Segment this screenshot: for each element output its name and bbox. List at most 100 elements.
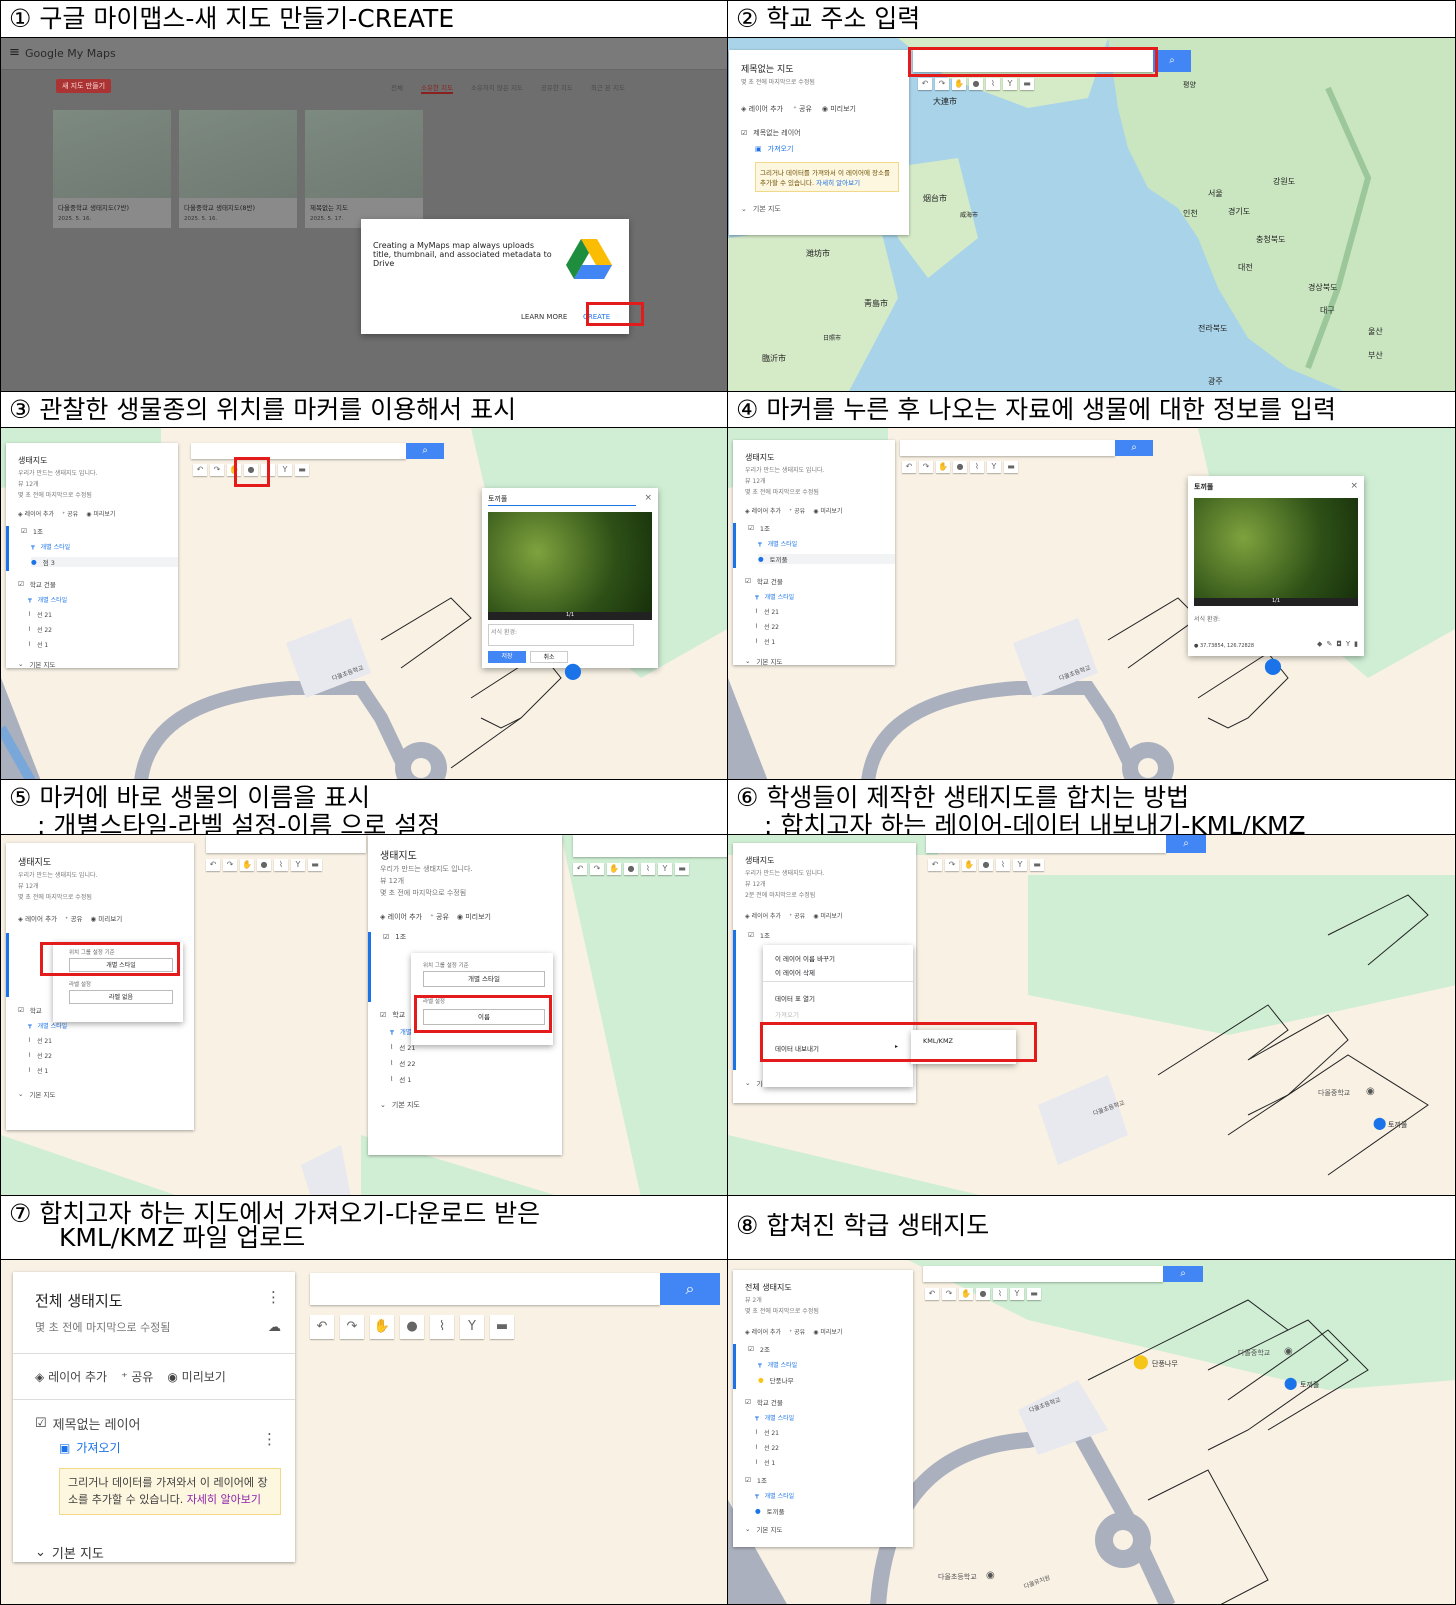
basemap-row[interactable]: ⌄기본 지도 xyxy=(35,1543,295,1562)
preview-button[interactable]: ◉ 미리보기 xyxy=(167,1368,225,1385)
search-input[interactable] xyxy=(206,835,366,853)
ruler-icon[interactable]: ▬ xyxy=(295,464,309,476)
style-link[interactable]: ┳개별 스타일 xyxy=(28,1021,194,1030)
save-button[interactable]: 저장 xyxy=(488,651,526,663)
map-card[interactable]: 다올중학교 생태지도(8반) 2025. 5. 16. xyxy=(179,110,297,228)
preview-button[interactable]: ◉ 미리보기 xyxy=(91,913,123,923)
marker-icon[interactable]: ● xyxy=(624,863,638,875)
search-button[interactable]: ⌕ xyxy=(406,443,444,459)
line-item[interactable]: ⌇ 선 1 xyxy=(390,1074,562,1084)
learn-more-link[interactable]: 자세히 알아보기 xyxy=(187,1493,261,1506)
ruler-icon[interactable]: ▬ xyxy=(1027,1288,1041,1300)
search-input[interactable] xyxy=(900,440,1115,456)
undo-icon[interactable]: ↶ xyxy=(928,859,942,871)
preview-button[interactable]: ◉ 미리보기 xyxy=(813,506,842,515)
add-layer-button[interactable]: ◈ 레이어 추가 xyxy=(745,1327,781,1336)
point-item[interactable]: ● 단풍나무 xyxy=(758,1375,913,1385)
hand-icon[interactable]: ✋ xyxy=(962,859,976,871)
directions-icon[interactable]: Y xyxy=(278,464,292,476)
point-item[interactable]: ● 점 3 xyxy=(31,557,178,567)
layer-row[interactable]: ☑ 1조 xyxy=(383,932,562,942)
map-title[interactable]: 생태지도 xyxy=(745,855,916,866)
map-title[interactable]: 생태지도 xyxy=(18,455,178,466)
hand-icon[interactable]: ✋ xyxy=(370,1315,394,1339)
layer-row[interactable]: ☑ 1조 xyxy=(745,1475,913,1485)
line-icon[interactable]: ⌇ xyxy=(996,859,1010,871)
tab-all[interactable]: 전체 xyxy=(391,82,403,94)
redo-icon[interactable]: ↷ xyxy=(935,78,949,90)
add-layer-button[interactable]: ◈ 레이어 추가 xyxy=(380,912,422,922)
tab-not-owned[interactable]: 소유하지 않은 지도 xyxy=(471,82,523,94)
style-link[interactable]: ┳개별 스타일 xyxy=(28,595,178,604)
hand-icon[interactable]: ✋ xyxy=(952,78,966,90)
cancel-button[interactable]: 취소 xyxy=(530,651,568,663)
basemap-row[interactable]: ⌄기본 지도 xyxy=(380,1100,562,1110)
delete-layer-item[interactable]: 이 레이어 삭제 xyxy=(775,967,815,977)
checkbox-icon[interactable]: ☑ xyxy=(380,1011,386,1019)
layer-row[interactable]: ☑ 1조 xyxy=(748,930,916,940)
place-marker-icon[interactable]: ⬤ xyxy=(564,663,582,679)
add-layer-button[interactable]: ◈ 레이어 추가 xyxy=(745,911,781,920)
group-by-select[interactable]: 개별 스타일 xyxy=(423,971,545,987)
line-item[interactable]: ⌇ 선 21 xyxy=(28,610,178,619)
layer-row[interactable]: ☑ 학교 건물 xyxy=(745,1397,913,1407)
learn-more-link[interactable]: 자세히 알아보기 xyxy=(816,179,860,187)
layer-row[interactable]: ☑ 1조 xyxy=(21,526,178,536)
style-link[interactable]: ┳개별 스타일 xyxy=(758,1360,913,1369)
search-button[interactable]: ⌕ xyxy=(1115,440,1153,456)
undo-icon[interactable]: ↶ xyxy=(918,78,932,90)
marker-icon[interactable]: ● xyxy=(400,1315,424,1339)
layer-row[interactable]: ☑ 학교 건물 xyxy=(745,576,895,586)
redo-icon[interactable]: ↷ xyxy=(945,859,959,871)
line-item[interactable]: ⌇ 선 22 xyxy=(28,1051,194,1060)
marker-icon[interactable]: ● xyxy=(257,859,271,871)
share-button[interactable]: ⁺ 공유 xyxy=(789,911,805,920)
redo-icon[interactable]: ↷ xyxy=(919,461,933,473)
line-item[interactable]: ⌇ 선 22 xyxy=(390,1058,562,1068)
line-icon[interactable]: ⌇ xyxy=(970,461,984,473)
hand-icon[interactable]: ✋ xyxy=(607,863,621,875)
rename-layer-item[interactable]: 이 레이어 이름 바꾸기 xyxy=(775,953,835,963)
directions-icon[interactable]: Y xyxy=(658,863,672,875)
map-title[interactable]: 생태지도 xyxy=(18,855,194,868)
line-item[interactable]: ⌇ 선 1 xyxy=(28,1066,194,1075)
preview-button[interactable]: ◉ 미리보기 xyxy=(813,911,842,920)
map-title[interactable]: 제목없는 지도 xyxy=(741,62,909,75)
line-item[interactable]: ⌇ 선 1 xyxy=(755,637,895,646)
layer-row[interactable]: ☑ 제목없는 레이어 xyxy=(741,128,909,138)
close-icon[interactable]: × xyxy=(1350,481,1358,491)
tab-shared[interactable]: 공유한 지도 xyxy=(541,82,573,94)
directions-icon[interactable]: Y xyxy=(460,1315,484,1339)
preview-button[interactable]: ◉ 미리보기 xyxy=(457,912,491,922)
line-item[interactable]: ⌇ 선 21 xyxy=(755,607,895,616)
map-title[interactable]: 전체 생태지도 xyxy=(35,1290,295,1311)
edit-icon[interactable]: ✎ xyxy=(1326,640,1332,648)
search-button[interactable]: ⌕ xyxy=(1153,50,1191,72)
import-item[interactable]: 가져오기 xyxy=(775,1009,799,1019)
redo-icon[interactable]: ↷ xyxy=(340,1315,364,1339)
add-layer-button[interactable]: ◈ 레이어 추가 xyxy=(745,506,781,515)
map-title[interactable]: 전체 생태지도 xyxy=(745,1282,913,1293)
checkbox-icon[interactable]: ☑ xyxy=(745,1476,751,1484)
directions-icon[interactable]: Y xyxy=(1013,859,1027,871)
camera-icon[interactable]: ◘ xyxy=(1336,640,1342,648)
search-input[interactable] xyxy=(926,835,1166,853)
open-data-table-item[interactable]: 데이터 표 열기 xyxy=(775,993,815,1003)
ruler-icon[interactable]: ▬ xyxy=(1030,859,1044,871)
style-link[interactable]: ┳개별 스타일 xyxy=(31,542,178,551)
hand-icon[interactable]: ✋ xyxy=(959,1288,973,1300)
checkbox-icon[interactable]: ☑ xyxy=(748,524,754,532)
checkbox-icon[interactable]: ☑ xyxy=(35,1416,47,1431)
redo-icon[interactable]: ↷ xyxy=(210,464,224,476)
style-link[interactable]: ┳개별 스타일 xyxy=(758,539,895,548)
close-icon[interactable]: × xyxy=(644,493,652,503)
basemap-row[interactable]: ⌄기본 지도 xyxy=(18,1089,194,1099)
preview-button[interactable]: ◉ 미리보기 xyxy=(813,1327,842,1336)
line-item[interactable]: ⌇ 선 21 xyxy=(28,1036,194,1045)
place-marker-icon[interactable]: ⬤ xyxy=(1264,658,1282,674)
checkbox-icon[interactable]: ☑ xyxy=(748,931,754,939)
add-layer-button[interactable]: ◈ 레이어 추가 xyxy=(18,509,54,518)
marker-icon[interactable]: ● xyxy=(953,461,967,473)
checkbox-icon[interactable]: ☑ xyxy=(18,1006,24,1014)
new-map-button[interactable]: 새 지도 만들기 xyxy=(56,79,112,93)
